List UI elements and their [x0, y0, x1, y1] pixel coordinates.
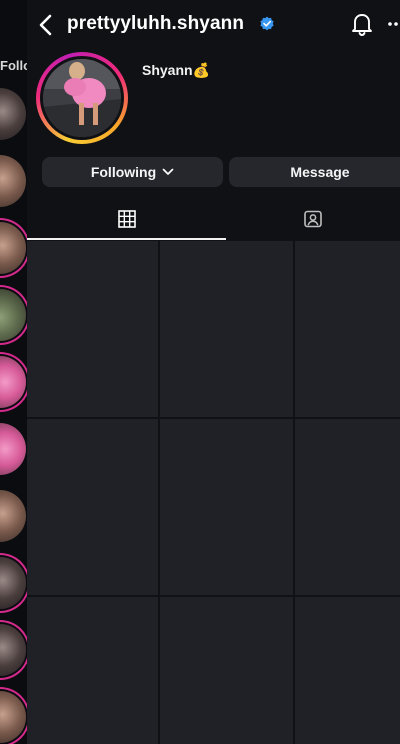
chevron-down-icon	[162, 168, 174, 175]
verified-badge-icon	[260, 16, 274, 31]
profile-tabs	[27, 198, 400, 240]
profile-avatar[interactable]	[36, 52, 128, 144]
tab-tagged[interactable]	[226, 198, 400, 240]
post-thumbnail[interactable]	[27, 241, 158, 417]
message-button[interactable]: Message	[229, 157, 400, 187]
more-options-icon[interactable]	[387, 12, 400, 36]
active-tab-indicator	[27, 238, 226, 240]
post-thumbnail[interactable]	[27, 597, 158, 744]
grid-icon	[117, 210, 136, 228]
story-avatar[interactable]	[0, 557, 26, 609]
post-thumbnail[interactable]	[160, 241, 293, 417]
following-button[interactable]: Following	[42, 157, 223, 187]
profile-username: prettyyluhh.shyann	[67, 13, 245, 34]
story-avatar[interactable]	[0, 691, 26, 743]
post-thumbnail[interactable]	[27, 419, 158, 595]
story-avatar[interactable]	[0, 155, 26, 207]
post-thumbnail[interactable]	[295, 419, 400, 595]
story-avatar[interactable]	[0, 222, 26, 274]
post-thumbnail[interactable]	[160, 419, 293, 595]
rail-label: Follo	[0, 58, 27, 73]
posts-grid	[27, 241, 400, 744]
story-rail: Follo	[0, 0, 27, 744]
story-avatar[interactable]	[0, 356, 26, 408]
story-avatar[interactable]	[0, 490, 26, 542]
tab-posts[interactable]	[27, 198, 226, 240]
profile-display-name: Shyann💰	[142, 62, 210, 78]
post-thumbnail[interactable]	[295, 597, 400, 744]
notification-bell-icon[interactable]	[351, 12, 373, 36]
profile-header: prettyyluhh.shyann	[27, 0, 400, 50]
story-avatar[interactable]	[0, 289, 26, 341]
tagged-icon	[304, 210, 322, 228]
story-avatar[interactable]	[0, 423, 26, 475]
post-thumbnail[interactable]	[295, 241, 400, 417]
story-avatar[interactable]	[0, 624, 26, 676]
following-button-label: Following	[90, 164, 157, 180]
story-avatar[interactable]	[0, 88, 26, 140]
message-button-label: Message	[290, 164, 350, 180]
post-thumbnail[interactable]	[160, 597, 293, 744]
back-arrow-icon[interactable]	[37, 12, 55, 38]
